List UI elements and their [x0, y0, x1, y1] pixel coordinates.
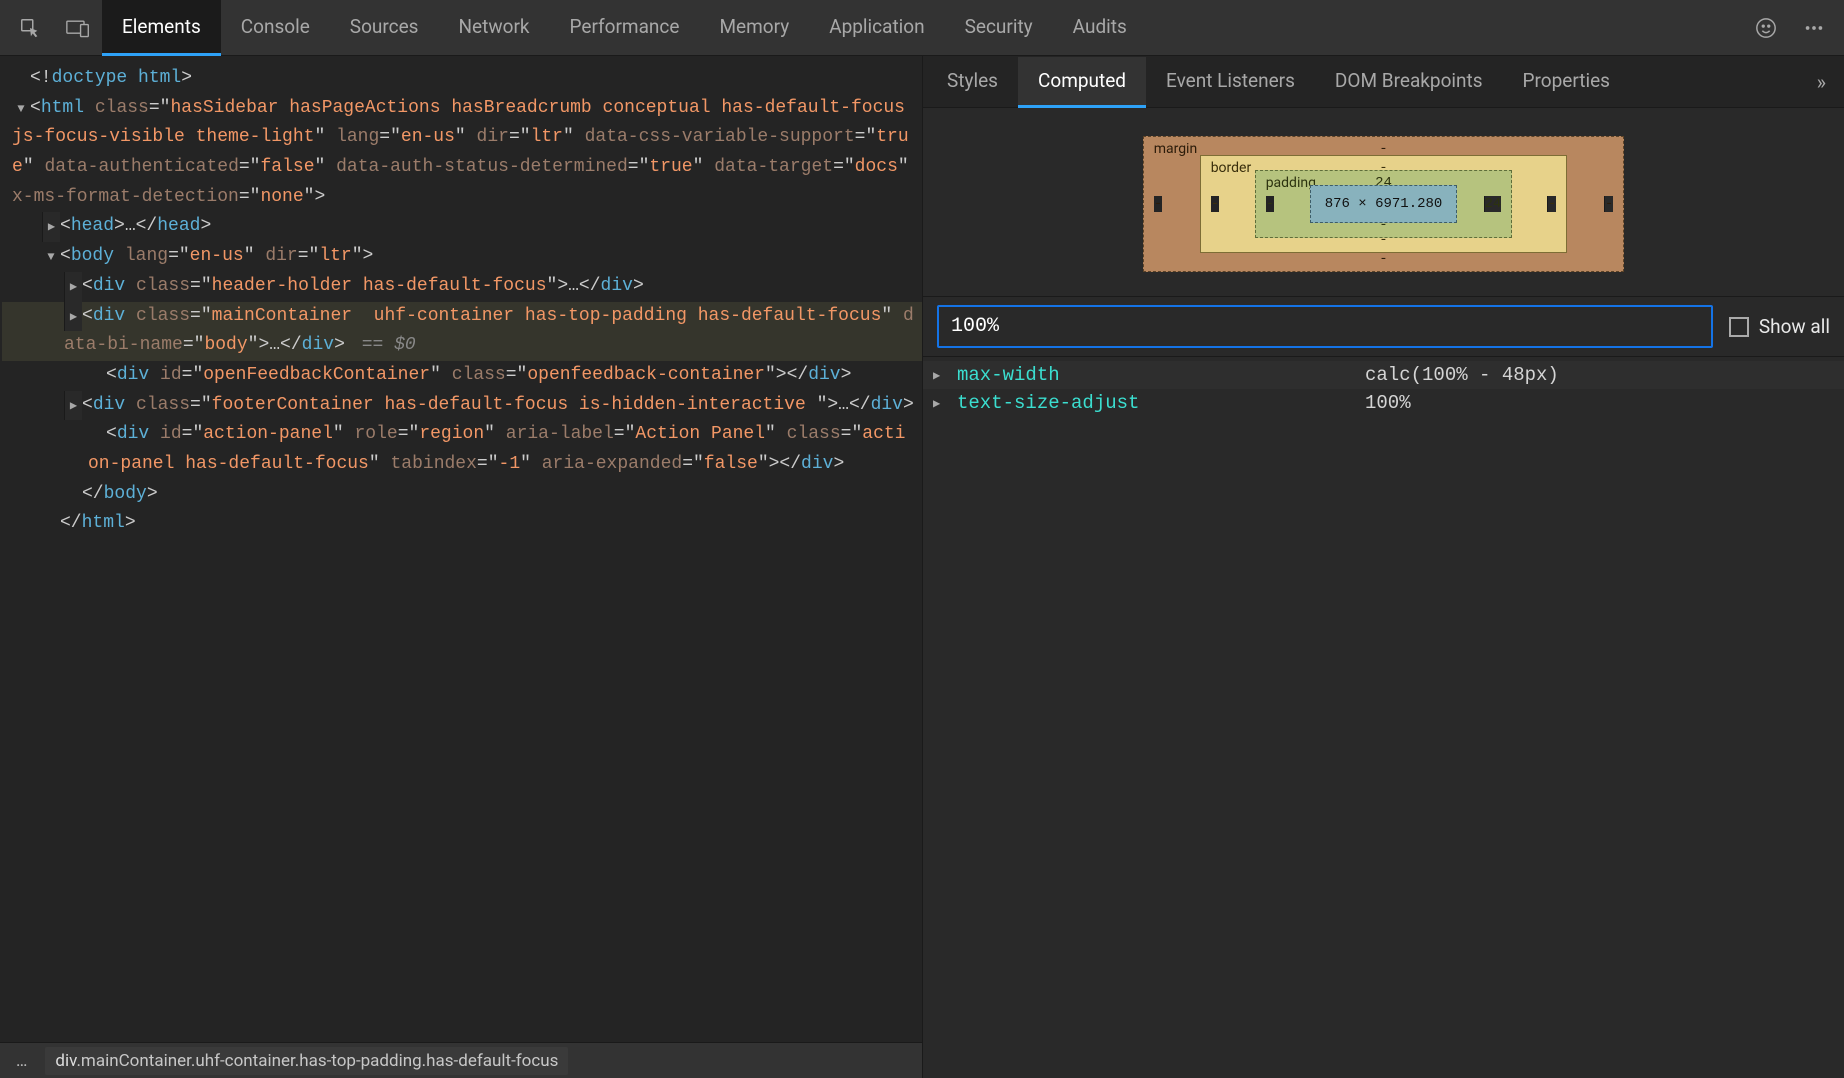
subtab-event-listeners[interactable]: Event Listeners	[1146, 57, 1315, 108]
main-tab-memory[interactable]: Memory	[699, 0, 809, 56]
main-tab-security[interactable]: Security	[945, 0, 1053, 56]
caret-right-icon[interactable]: ▶	[933, 368, 949, 383]
subtab-styles[interactable]: Styles	[927, 57, 1018, 108]
subtab-dom-breakpoints[interactable]: DOM Breakpoints	[1315, 57, 1503, 108]
show-all-label: Show all	[1759, 315, 1830, 338]
breadcrumb-more-icon[interactable]: …	[8, 1051, 35, 1071]
dom-tree[interactable]: <!doctype html><html class="hasSidebar h…	[0, 56, 922, 1042]
caret-down-icon[interactable]	[12, 94, 30, 124]
dom-node-line[interactable]: </html>	[2, 509, 922, 539]
dom-node-line[interactable]: <div id="action-panel" role="region" ari…	[2, 420, 922, 479]
feedback-smiley-icon[interactable]	[1742, 0, 1790, 56]
box-model-padding[interactable]: padding 24 24 - - 876 × 6971.280	[1255, 170, 1513, 238]
caret-right-icon[interactable]	[64, 272, 82, 302]
computed-prop-name: max-width	[957, 364, 1357, 386]
subtab-computed[interactable]: Computed	[1018, 57, 1146, 108]
main-tab-network[interactable]: Network	[438, 0, 549, 56]
computed-prop-value: calc(100% - 48px)	[1365, 364, 1559, 386]
caret-right-icon[interactable]	[42, 212, 60, 242]
caret-right-icon[interactable]	[64, 302, 82, 332]
box-model-content-size[interactable]: 876 × 6971.280	[1310, 185, 1458, 223]
caret-right-icon[interactable]: ▶	[933, 396, 949, 411]
dom-node-line[interactable]: </body>	[2, 480, 922, 510]
checkbox-icon[interactable]	[1729, 317, 1749, 337]
main-tab-elements[interactable]: Elements	[102, 0, 221, 56]
sidebar-tabs: StylesComputedEvent ListenersDOM Breakpo…	[923, 56, 1844, 108]
caret-right-icon[interactable]	[64, 391, 82, 421]
computed-filter-row: Show all	[923, 296, 1844, 357]
main-tab-application[interactable]: Application	[809, 0, 944, 56]
dom-node-line[interactable]: <div id="openFeedbackContainer" class="o…	[2, 361, 922, 391]
dom-node-line[interactable]: <!doctype html>	[2, 64, 922, 94]
box-model-margin[interactable]: margin - - - - border - - - -	[1143, 136, 1625, 272]
main-tab-console[interactable]: Console	[221, 0, 330, 56]
dom-node-line[interactable]: <head>…</head>	[2, 212, 922, 242]
computed-properties-list: ▶ max-width calc(100% - 48px) ▶ text-size-ad…	[923, 357, 1844, 421]
device-toolbar-icon[interactable]	[54, 0, 102, 56]
subtabs-more-icon[interactable]: »	[1803, 70, 1840, 94]
caret-down-icon[interactable]	[42, 242, 60, 272]
inspect-icon[interactable]	[6, 0, 54, 56]
dom-node-line[interactable]: <div class="header-holder has-default-fo…	[2, 272, 922, 302]
breadcrumb-bar: … div.mainContainer.uhf-container.has-to…	[0, 1042, 922, 1078]
box-model-border[interactable]: border - - - - padding 24 24 -	[1200, 155, 1568, 253]
box-model-diagram: margin - - - - border - - - -	[923, 108, 1844, 296]
dom-node-line[interactable]: <div class="footerContainer has-default-…	[2, 391, 922, 421]
main-tab-audits[interactable]: Audits	[1053, 0, 1147, 56]
dom-node-line[interactable]: <body lang="en-us" dir="ltr">	[2, 242, 922, 272]
subtab-properties[interactable]: Properties	[1503, 57, 1630, 108]
computed-prop-row[interactable]: ▶ text-size-adjust 100%	[923, 389, 1844, 417]
computed-prop-row[interactable]: ▶ max-width calc(100% - 48px)	[923, 361, 1844, 389]
main-tab-sources[interactable]: Sources	[330, 0, 439, 56]
breadcrumb-path[interactable]: div.mainContainer.uhf-container.has-top-…	[45, 1047, 568, 1075]
dom-node-line[interactable]: <div class="mainContainer uhf-container …	[2, 302, 922, 361]
devtools-toolbar: ElementsConsoleSourcesNetworkPerformance…	[0, 0, 1844, 56]
show-all-checkbox[interactable]: Show all	[1729, 315, 1830, 338]
main-tabs: ElementsConsoleSourcesNetworkPerformance…	[102, 0, 1147, 55]
computed-prop-value: 100%	[1365, 392, 1411, 414]
computed-filter-input[interactable]	[937, 305, 1713, 348]
kebab-menu-icon[interactable]	[1790, 0, 1838, 56]
dom-node-line[interactable]: <html class="hasSidebar hasPageActions h…	[2, 94, 922, 213]
main-tab-performance[interactable]: Performance	[550, 0, 700, 56]
computed-prop-name: text-size-adjust	[957, 392, 1357, 414]
